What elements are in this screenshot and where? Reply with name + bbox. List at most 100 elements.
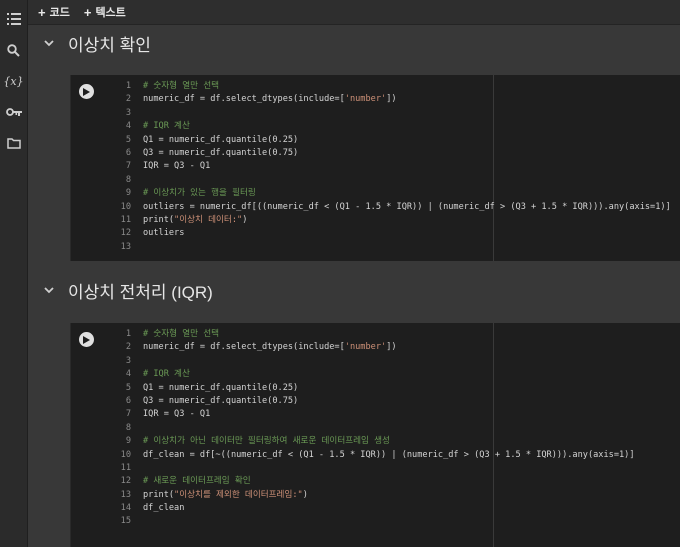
- code-line[interactable]: 13: [99, 241, 680, 254]
- run-cell-button[interactable]: [79, 84, 94, 99]
- code-line[interactable]: 4 # IQR 계산: [99, 368, 680, 381]
- line-number: 9: [125, 188, 131, 199]
- search-icon[interactable]: [0, 39, 27, 61]
- add-code-button[interactable]: + 코드: [38, 4, 70, 20]
- code-line[interactable]: 13 print("이상치를 제외한 데이터프레임:"): [99, 489, 680, 502]
- code-line[interactable]: 11: [99, 462, 680, 475]
- code-editor[interactable]: 1 # 숫자형 열만 선택 2 numeric_df = df.select_dtyp…: [99, 80, 680, 254]
- code-line[interactable]: 7 IQR = Q3 - Q1: [99, 408, 680, 421]
- code-text: IQR = Q3 - Q1: [143, 409, 211, 420]
- code-text: # 이상치가 있는 행을 필터링: [143, 188, 256, 199]
- code-line[interactable]: 12 outliers: [99, 227, 680, 240]
- line-number: 11: [120, 214, 131, 225]
- code-line[interactable]: 6 Q3 = numeric_df.quantile(0.75): [99, 395, 680, 408]
- code-line[interactable]: 2 numeric_df = df.select_dtypes(include=[…: [99, 93, 680, 106]
- variables-label: {x}: [3, 74, 24, 88]
- line-number: 6: [125, 395, 131, 406]
- line-number: 4: [125, 369, 131, 380]
- files-folder-icon[interactable]: [0, 132, 27, 154]
- code-line[interactable]: 3: [99, 107, 680, 120]
- line-number: 2: [125, 94, 131, 105]
- line-number: 12: [120, 228, 131, 239]
- code-line[interactable]: 11 print("이상치 데이터:"): [99, 214, 680, 227]
- section-title: 이상치 전처리 (IQR): [68, 282, 213, 302]
- code-text: print("이상치를 제외한 데이터프레임:"): [143, 489, 308, 500]
- line-number: 5: [125, 134, 131, 145]
- line-number: 12: [120, 476, 131, 487]
- section-header-outlier-check[interactable]: 이상치 확인: [28, 25, 680, 61]
- left-sidebar: {x}: [0, 0, 28, 547]
- code-text: Q1 = numeric_df.quantile(0.25): [143, 134, 299, 145]
- code-line[interactable]: 8: [99, 174, 680, 187]
- line-number: 13: [120, 489, 131, 500]
- line-number: 15: [120, 516, 131, 527]
- code-text: # 새로운 데이터프레임 확인: [143, 476, 251, 487]
- code-text: outliers: [143, 228, 185, 239]
- plus-icon: +: [83, 4, 92, 20]
- run-cell-button[interactable]: [79, 332, 94, 347]
- code-line[interactable]: 14 df_clean: [99, 502, 680, 515]
- add-text-label: 텍스트: [95, 7, 126, 19]
- code-cell[interactable]: 1 # 숫자형 열만 선택 2 numeric_df = df.select_dtyp…: [70, 75, 680, 261]
- line-number: 8: [125, 422, 131, 433]
- code-cell[interactable]: 1 # 숫자형 열만 선택 2 numeric_df = df.select_dtyp…: [70, 323, 680, 547]
- variables-icon[interactable]: {x}: [0, 70, 27, 92]
- code-line[interactable]: 10 df_clean = df[~((numeric_df < (Q1 - 1.…: [99, 449, 680, 462]
- code-line[interactable]: 10 outliers = numeric_df[((numeric_df < (…: [99, 201, 680, 214]
- line-number: 7: [125, 409, 131, 420]
- line-number: 2: [125, 342, 131, 353]
- line-number: 3: [125, 355, 131, 366]
- code-text: numeric_df = df.select_dtypes(include=['…: [143, 342, 397, 353]
- play-icon: [83, 87, 90, 96]
- line-number: 10: [120, 201, 131, 212]
- code-line[interactable]: 5 Q1 = numeric_df.quantile(0.25): [99, 134, 680, 147]
- line-number: 8: [125, 174, 131, 185]
- line-number: 9: [125, 436, 131, 447]
- code-text: # 숫자형 열만 선택: [143, 329, 220, 339]
- add-text-button[interactable]: + 텍스트: [84, 4, 126, 20]
- code-line[interactable]: 4 # IQR 계산: [99, 120, 680, 133]
- code-text: df_clean = df[~((numeric_df < (Q1 - 1.5 …: [143, 449, 635, 460]
- code-line[interactable]: 3: [99, 355, 680, 368]
- code-line[interactable]: 1 # 숫자형 열만 선택: [99, 80, 680, 93]
- line-number: 1: [125, 81, 131, 91]
- chevron-down-icon[interactable]: [42, 283, 56, 297]
- code-text: outliers = numeric_df[((numeric_df < (Q1…: [143, 201, 671, 212]
- code-line[interactable]: 8: [99, 422, 680, 435]
- code-line[interactable]: 1 # 숫자형 열만 선택: [99, 328, 680, 341]
- line-number: 3: [125, 107, 131, 118]
- code-line[interactable]: 6 Q3 = numeric_df.quantile(0.75): [99, 147, 680, 160]
- notebook-toolbar: + 코드 + 텍스트: [28, 0, 680, 25]
- code-text: numeric_df = df.select_dtypes(include=['…: [143, 94, 397, 105]
- code-text: # 숫자형 열만 선택: [143, 81, 220, 91]
- code-text: IQR = Q3 - Q1: [143, 161, 211, 172]
- plus-icon: +: [38, 4, 46, 20]
- section-header-outlier-preprocess[interactable]: 이상치 전처리 (IQR): [28, 272, 680, 308]
- code-line[interactable]: 15: [99, 515, 680, 528]
- code-text: # IQR 계산: [143, 121, 190, 132]
- code-line[interactable]: 12 # 새로운 데이터프레임 확인: [99, 475, 680, 488]
- line-number: 4: [125, 121, 131, 132]
- line-number: 1: [125, 329, 131, 339]
- chevron-down-icon[interactable]: [42, 36, 56, 50]
- line-number: 5: [125, 382, 131, 393]
- add-code-label: 코드: [49, 7, 70, 19]
- line-number: 6: [125, 147, 131, 158]
- play-icon: [83, 335, 90, 344]
- code-text: Q1 = numeric_df.quantile(0.25): [143, 382, 299, 393]
- code-line[interactable]: 9 # 이상치가 있는 행을 필터링: [99, 187, 680, 200]
- code-line[interactable]: 2 numeric_df = df.select_dtypes(include=[…: [99, 341, 680, 354]
- code-line[interactable]: 5 Q1 = numeric_df.quantile(0.25): [99, 382, 680, 395]
- code-line[interactable]: 9 # 이상치가 아닌 데이터만 필터링하여 새로운 데이터프레임 생성: [99, 435, 680, 448]
- toc-icon[interactable]: [0, 8, 27, 30]
- code-line[interactable]: 7 IQR = Q3 - Q1: [99, 160, 680, 173]
- code-text: print("이상치 데이터:"): [143, 214, 248, 225]
- line-number: 13: [120, 241, 131, 252]
- line-number: 7: [125, 161, 131, 172]
- secrets-key-icon[interactable]: [0, 101, 27, 123]
- code-text: Q3 = numeric_df.quantile(0.75): [143, 147, 299, 158]
- code-text: # 이상치가 아닌 데이터만 필터링하여 새로운 데이터프레임 생성: [143, 436, 390, 447]
- code-text: Q3 = numeric_df.quantile(0.75): [143, 395, 299, 406]
- code-editor[interactable]: 1 # 숫자형 열만 선택 2 numeric_df = df.select_dtyp…: [99, 328, 680, 529]
- code-text: df_clean: [143, 503, 185, 514]
